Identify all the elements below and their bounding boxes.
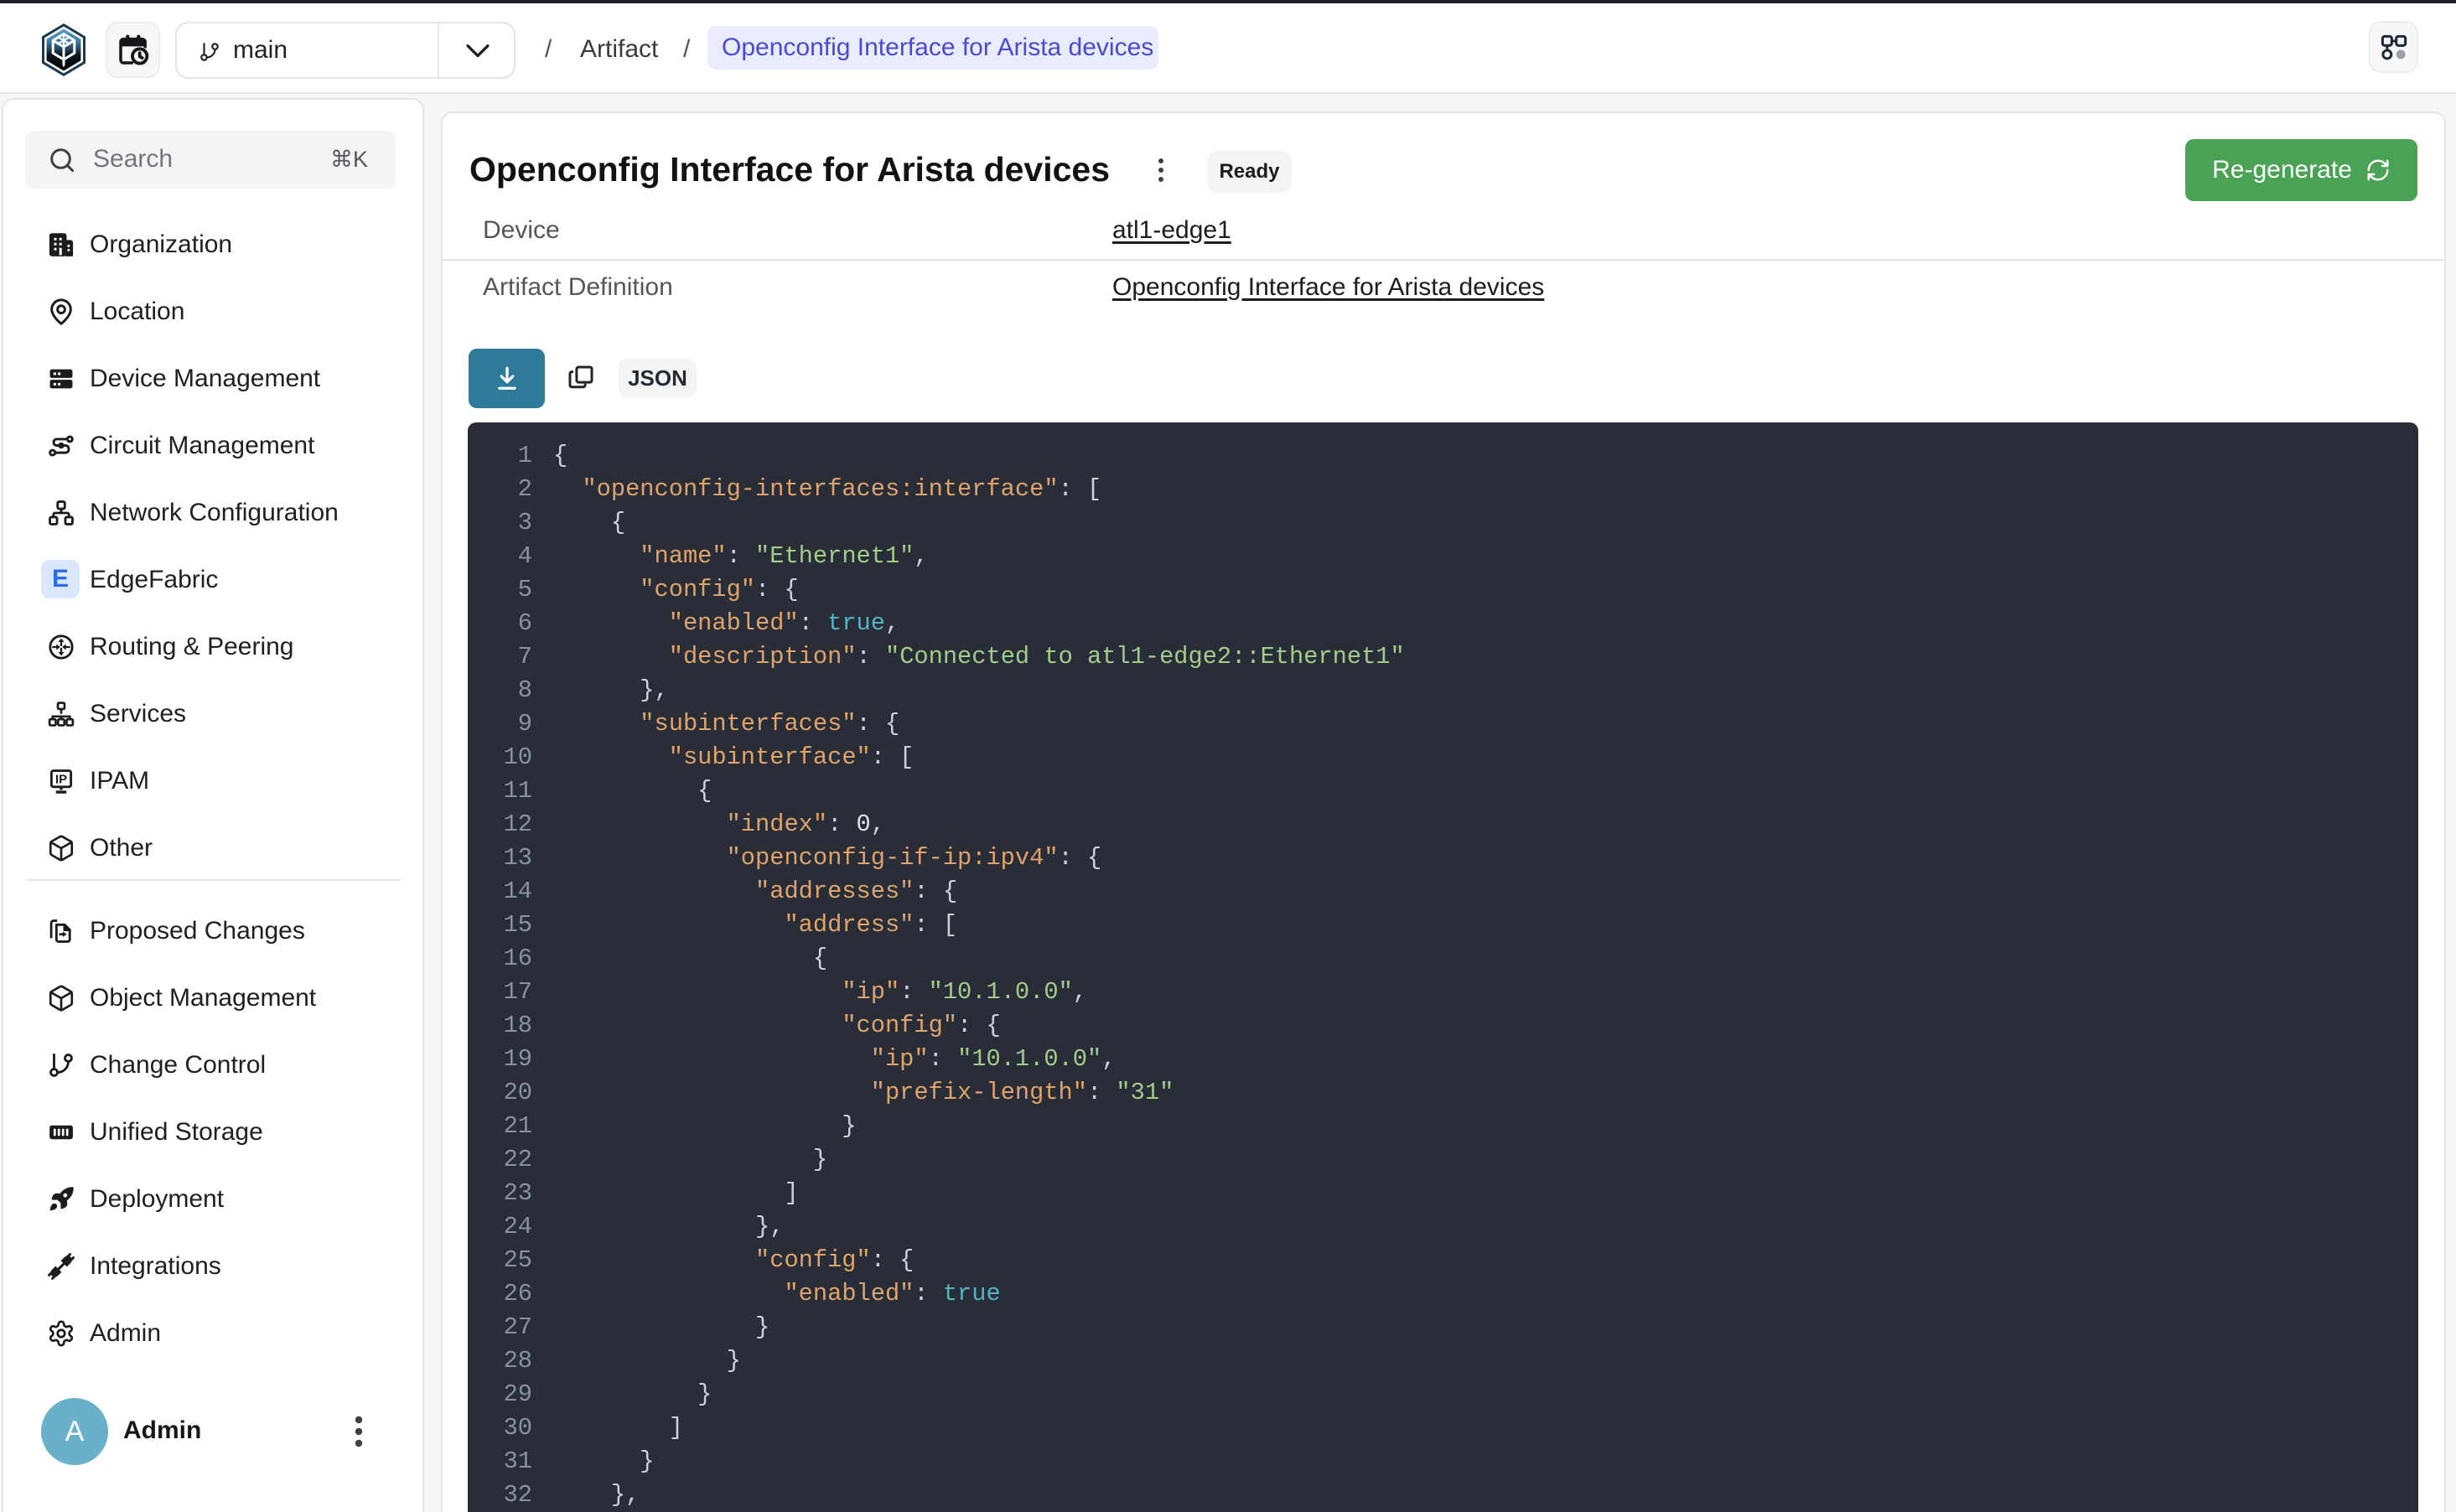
svg-text:IP: IP (55, 773, 67, 786)
